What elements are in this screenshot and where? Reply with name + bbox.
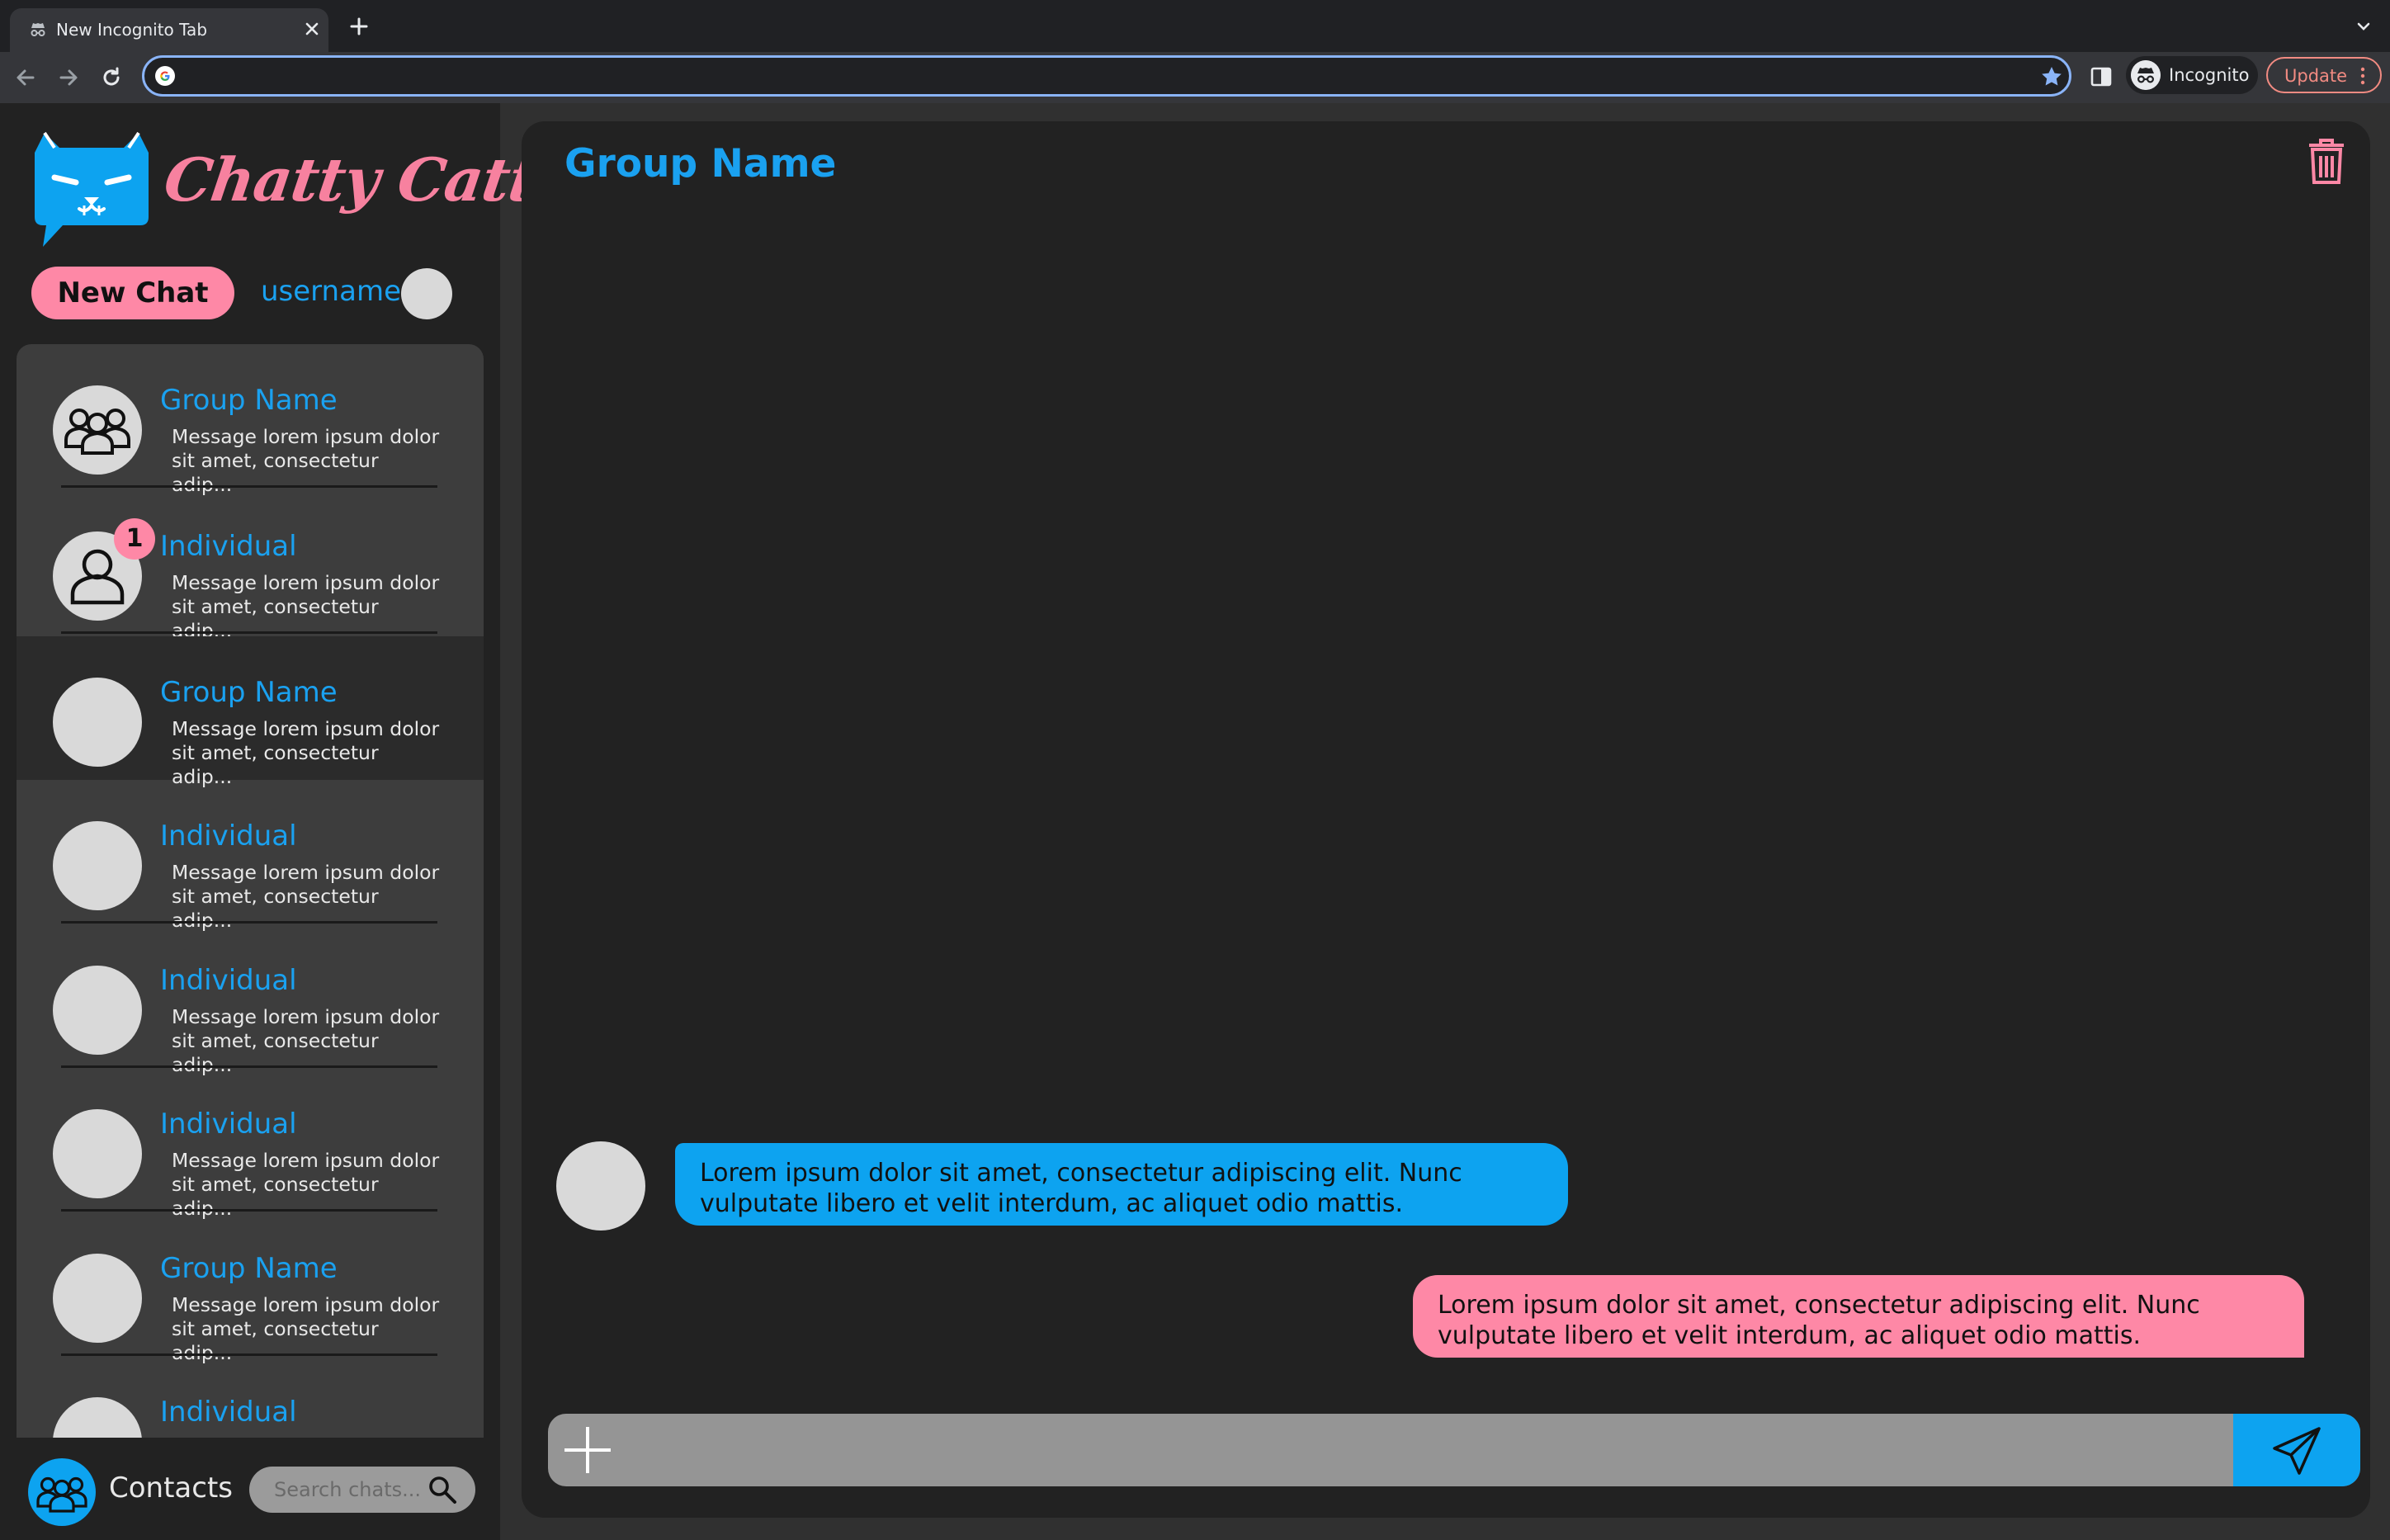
chat-list-item[interactable]: Individual Message lorem ipsum dolor sit… — [17, 1068, 484, 1220]
unread-badge: 1 — [114, 518, 155, 560]
group-icon — [64, 409, 130, 455]
chat-list-item[interactable]: Group Name Message lorem ipsum dolor sit… — [17, 1212, 484, 1364]
chat-name: Group Name — [160, 384, 338, 417]
conversation-panel: Group Name Lorem ipsum dolor sit amet, c… — [522, 121, 2370, 1518]
chat-list-item[interactable]: Individual Message lorem ipsum dolor sit… — [17, 780, 484, 932]
sender-avatar[interactable] — [556, 1141, 645, 1231]
update-label: Update — [2284, 66, 2348, 86]
chat-name: Individual — [160, 1108, 297, 1141]
chevron-down-icon[interactable] — [2354, 17, 2373, 36]
close-icon[interactable] — [300, 17, 324, 40]
chat-list-item-active[interactable]: Group Name Message lorem ipsum dolor sit… — [17, 636, 484, 788]
address-bar[interactable] — [142, 55, 2071, 97]
chat-name: Individual — [160, 530, 297, 563]
tab-title: New Incognito Tab — [56, 20, 208, 40]
address-input[interactable] — [184, 63, 2000, 89]
chat-list-item[interactable]: Individual Message lorem ipsum dolor sit… — [17, 924, 484, 1076]
back-arrow-icon[interactable] — [12, 64, 40, 92]
message-input[interactable] — [631, 1430, 2199, 1470]
search-input[interactable] — [274, 1475, 423, 1505]
incognito-profile-chip[interactable]: Incognito — [2126, 56, 2258, 94]
chat-name: Individual — [160, 964, 297, 997]
chat-list-item[interactable]: Group Name Message lorem ipsum dolor sit… — [17, 344, 484, 496]
google-icon — [155, 66, 175, 86]
chat-list: Group Name Message lorem ipsum dolor sit… — [17, 344, 484, 1438]
avatar — [53, 1109, 142, 1198]
side-panel-icon[interactable] — [2088, 64, 2114, 90]
incognito-icon — [31, 23, 45, 36]
browser-tabstrip: New Incognito Tab — [0, 0, 2390, 52]
trash-icon[interactable] — [2306, 138, 2347, 186]
contacts-button[interactable] — [28, 1458, 96, 1526]
send-button[interactable] — [2233, 1414, 2360, 1486]
chat-preview: Message lorem ipsum dolor sit amet, cons… — [172, 717, 440, 788]
send-icon — [2273, 1427, 2321, 1475]
conversation-title: Group Name — [564, 141, 837, 187]
divider — [61, 1209, 437, 1212]
sidebar: Chatty Catty New Chat username Group Nam… — [0, 103, 574, 1540]
update-button[interactable]: Update — [2266, 57, 2382, 93]
divider — [61, 485, 437, 488]
incognito-label: Incognito — [2169, 65, 2250, 85]
user-avatar[interactable] — [401, 268, 452, 319]
app-logo-text: Chatty Catty — [160, 144, 575, 215]
plus-icon[interactable] — [560, 1422, 616, 1478]
outgoing-message-bubble: Lorem ipsum dolor sit amet, consectetur … — [1413, 1275, 2304, 1358]
avatar — [53, 678, 142, 767]
reload-icon[interactable] — [97, 64, 125, 92]
search-icon[interactable] — [426, 1473, 459, 1506]
new-chat-button[interactable]: New Chat — [31, 267, 234, 319]
new-tab-plus-icon[interactable] — [347, 14, 371, 39]
avatar — [53, 1254, 142, 1343]
chat-list-item[interactable]: 1 Individual Message lorem ipsum dolor s… — [17, 490, 484, 642]
message-composer — [548, 1414, 2360, 1486]
bookmark-star-icon[interactable] — [2039, 64, 2064, 89]
more-vert-icon — [2360, 67, 2365, 85]
avatar — [53, 821, 142, 910]
contacts-group-icon — [36, 1476, 87, 1513]
chat-name: Individual — [160, 820, 297, 853]
divider — [61, 921, 437, 924]
browser-tab[interactable]: New Incognito Tab — [10, 8, 328, 52]
avatar — [53, 385, 142, 475]
username-label: username — [261, 275, 401, 308]
divider — [61, 631, 437, 634]
forward-arrow-icon[interactable] — [54, 64, 83, 92]
chat-name: Group Name — [160, 1252, 338, 1285]
incoming-message-bubble: Lorem ipsum dolor sit amet, consectetur … — [675, 1143, 1568, 1226]
chat-name: Individual — [160, 1396, 297, 1429]
search-box[interactable] — [249, 1467, 475, 1513]
incognito-icon — [2131, 60, 2161, 90]
avatar — [53, 966, 142, 1055]
browser-toolbar: Incognito Update — [0, 52, 2390, 103]
chat-list-item[interactable]: Individual — [17, 1356, 484, 1438]
avatar — [53, 1397, 142, 1438]
chat-app: Chatty Catty New Chat username Group Nam… — [0, 103, 2390, 1540]
chat-name: Group Name — [160, 676, 338, 709]
contacts-label[interactable]: Contacts — [109, 1470, 233, 1506]
cat-logo-icon — [35, 131, 149, 247]
